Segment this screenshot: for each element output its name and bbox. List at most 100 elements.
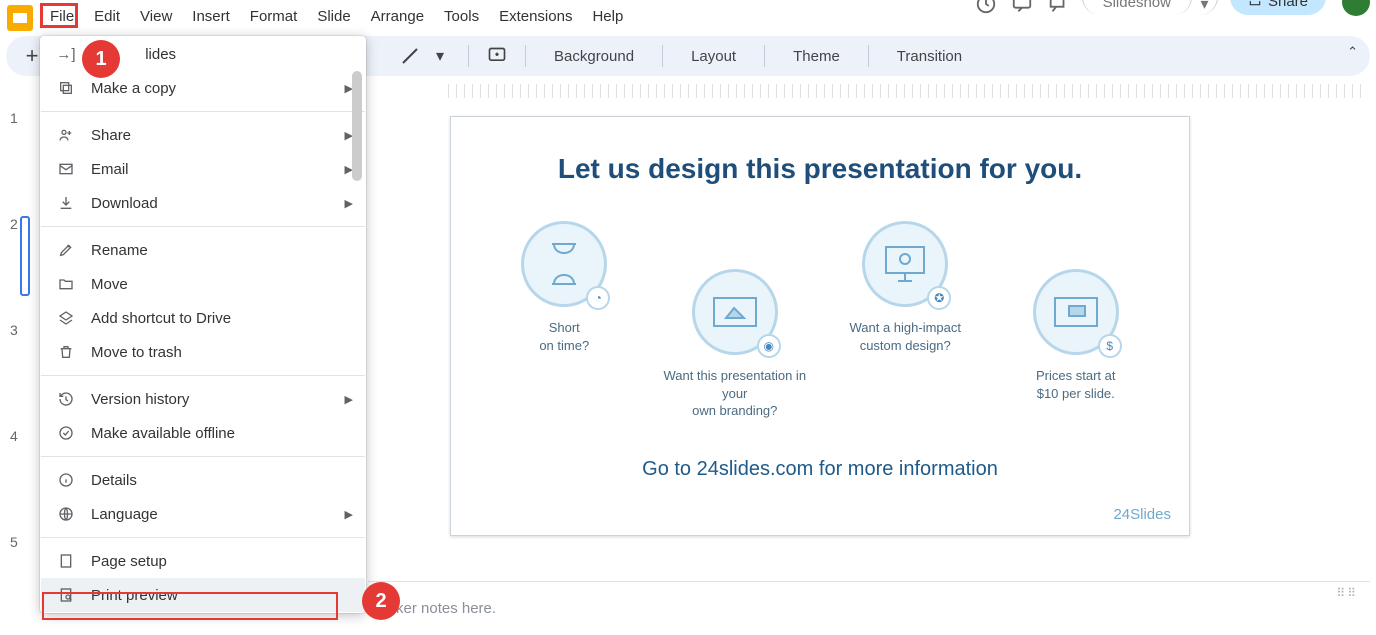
print-preview-icon	[55, 587, 77, 603]
menu-email[interactable]: Email ▶	[41, 152, 365, 186]
menu-format[interactable]: Format	[240, 2, 308, 31]
menu-view[interactable]: View	[130, 2, 182, 31]
menu-move[interactable]: Move	[41, 267, 365, 301]
notes-placeholder: ker notes here.	[396, 600, 496, 617]
slideshow-button[interactable]: Slideshow	[1082, 0, 1192, 15]
menu-page-setup[interactable]: Page setup	[41, 544, 365, 578]
speaker-notes[interactable]: ker notes here. ⠿⠿	[368, 581, 1370, 635]
rename-icon	[55, 242, 77, 258]
menu-item-label: Move to trash	[91, 344, 182, 361]
brand-label: 24Slides	[1113, 506, 1171, 523]
menu-item-label: Share	[91, 127, 131, 144]
globe-icon	[55, 506, 77, 522]
file-dropdown: →] Import slides Make a copy ▶ Share ▶ E…	[40, 36, 366, 613]
avatar[interactable]	[1342, 0, 1370, 16]
thumb-number: 3	[10, 322, 18, 338]
menu-make-offline[interactable]: Make available offline	[41, 416, 365, 450]
bookmark-mini-icon: ◉	[757, 334, 781, 358]
menu-item-label: Add shortcut to Drive	[91, 310, 231, 327]
transition-button[interactable]: Transition	[885, 44, 974, 69]
download-icon	[55, 195, 77, 211]
menu-insert[interactable]: Insert	[182, 2, 240, 31]
move-icon	[55, 276, 77, 292]
comment-tool-icon[interactable]	[485, 44, 509, 68]
caption-text: custom design?	[860, 338, 951, 353]
menu-add-shortcut[interactable]: Add shortcut to Drive	[41, 301, 365, 335]
import-icon: →]	[55, 46, 77, 63]
email-icon	[55, 161, 77, 177]
slideshow-dropdown[interactable]: ▾	[1192, 0, 1218, 15]
info-icon	[55, 472, 77, 488]
line-tool-more-icon[interactable]: ▾	[428, 44, 452, 68]
menu-item-label: Make a copy	[91, 80, 176, 97]
thumb-number: 1	[10, 110, 18, 126]
menu-version-history[interactable]: Version history ▶	[41, 382, 365, 416]
trash-icon	[55, 344, 77, 360]
page-setup-icon	[55, 553, 77, 569]
thumb-number: 2	[10, 216, 18, 232]
menu-item-label: Move	[91, 276, 128, 293]
menubar: File Edit View Insert Format Slide Arran…	[40, 0, 633, 32]
share-icon	[55, 127, 77, 143]
selected-thumb-indicator	[20, 216, 30, 296]
menu-extensions[interactable]: Extensions	[489, 2, 582, 31]
monitor-icon: ✪	[862, 221, 948, 307]
caption-text: $10 per slide.	[1037, 386, 1115, 401]
ruler	[448, 84, 1362, 98]
menu-edit[interactable]: Edit	[84, 2, 130, 31]
caption-text: Want this presentation in your	[663, 368, 806, 401]
comments-icon[interactable]	[1010, 0, 1034, 16]
slide-canvas[interactable]: Let us design this presentation for you.…	[368, 76, 1370, 577]
hourglass-icon: ◔	[521, 221, 607, 307]
layout-button[interactable]: Layout	[679, 44, 748, 69]
menu-item-label: Email	[91, 161, 129, 178]
caption-text: Prices start at	[1036, 368, 1115, 383]
menu-tools[interactable]: Tools	[434, 2, 489, 31]
annotation-file-highlight	[40, 3, 78, 28]
menu-slide[interactable]: Slide	[307, 2, 360, 31]
current-slide[interactable]: Let us design this presentation for you.…	[450, 116, 1190, 536]
caption-text: Short	[549, 320, 580, 335]
slide-title: Let us design this presentation for you.	[451, 153, 1189, 185]
menu-item-label: Print preview	[91, 587, 178, 604]
background-button[interactable]: Background	[542, 44, 646, 69]
slide-thumbnails: 1 2 3 4 5	[0, 76, 32, 635]
menu-share[interactable]: Share ▶	[41, 118, 365, 152]
share-button[interactable]: Share	[1230, 0, 1326, 15]
menu-item-label: Download	[91, 195, 158, 212]
shortcut-icon	[55, 310, 77, 326]
price-icon: $	[1033, 269, 1119, 355]
collapse-toolbar-icon[interactable]: ⌃	[1347, 44, 1358, 60]
copy-icon	[55, 80, 77, 96]
menu-move-to-trash[interactable]: Move to trash	[41, 335, 365, 369]
menu-print-preview[interactable]: Print preview	[41, 578, 365, 612]
menu-item-label: Make available offline	[91, 425, 235, 442]
history-icon	[55, 391, 77, 407]
share-label: Share	[1268, 0, 1308, 10]
annotation-badge-1: 1	[82, 40, 120, 78]
drag-handle-icon[interactable]: ⠿⠿	[1336, 586, 1358, 600]
annotation-badge-2: 2	[362, 582, 400, 620]
offline-icon	[55, 425, 77, 441]
caption-text: Want a high-impact	[849, 320, 961, 335]
line-tool-icon[interactable]	[398, 44, 422, 68]
history-icon[interactable]	[974, 0, 998, 16]
dollar-mini-icon: $	[1098, 334, 1122, 358]
menu-item-label: Rename	[91, 242, 148, 259]
present-icon[interactable]	[1046, 0, 1070, 16]
menu-make-copy[interactable]: Make a copy ▶	[41, 71, 365, 105]
thumb-number: 4	[10, 428, 18, 444]
theme-button[interactable]: Theme	[781, 44, 852, 69]
menu-item-label: Version history	[91, 391, 189, 408]
menu-details[interactable]: Details	[41, 463, 365, 497]
clock-mini-icon: ◔	[586, 286, 610, 310]
ribbon-mini-icon: ✪	[927, 286, 951, 310]
thumb-number: 5	[10, 534, 18, 550]
menu-help[interactable]: Help	[582, 2, 633, 31]
menu-download[interactable]: Download ▶	[41, 186, 365, 220]
menu-arrange[interactable]: Arrange	[361, 2, 434, 31]
slides-logo	[7, 5, 33, 31]
menu-rename[interactable]: Rename	[41, 233, 365, 267]
menu-language[interactable]: Language ▶	[41, 497, 365, 531]
dropdown-scrollbar[interactable]	[351, 71, 363, 604]
